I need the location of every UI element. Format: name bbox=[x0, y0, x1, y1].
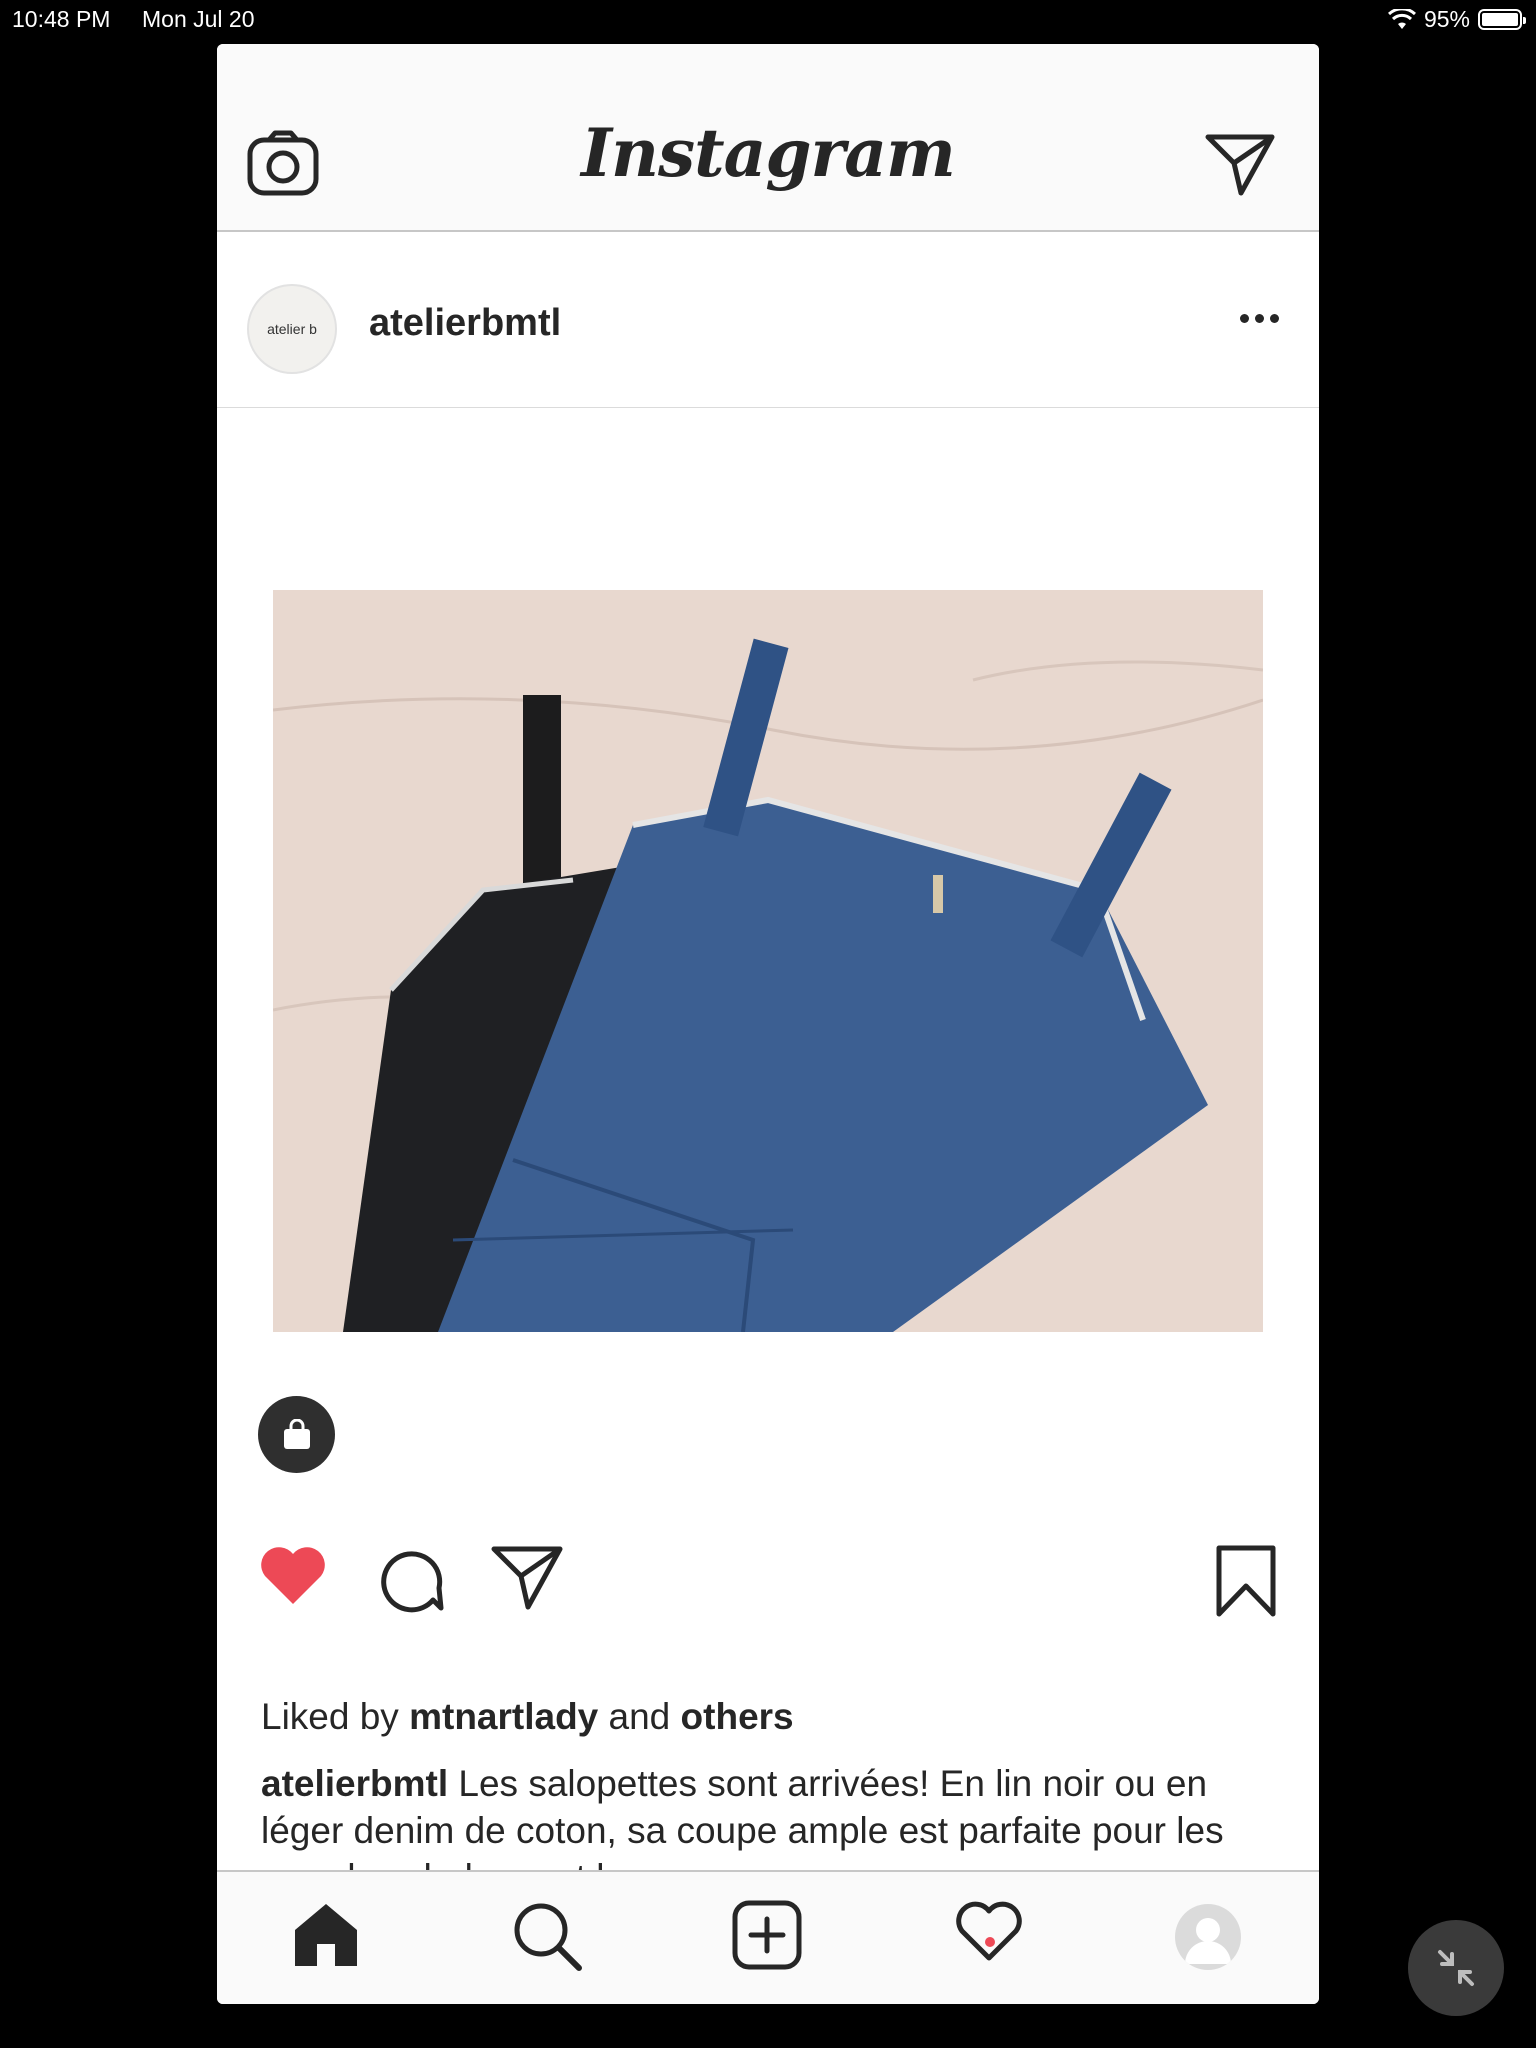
like-heart-icon[interactable] bbox=[257, 1544, 329, 1608]
avatar[interactable]: atelier b bbox=[247, 284, 337, 374]
avatar-label: atelier b bbox=[267, 321, 317, 337]
new-post-icon[interactable] bbox=[732, 1900, 802, 1970]
collapse-icon[interactable] bbox=[1408, 1920, 1504, 2016]
more-options-icon[interactable] bbox=[1240, 314, 1279, 323]
shopping-bag-icon[interactable] bbox=[258, 1396, 335, 1473]
likes-joiner: and bbox=[608, 1696, 671, 1737]
post-photo[interactable] bbox=[273, 590, 1263, 1332]
likes-line: Liked by mtnartlady and others bbox=[261, 1696, 794, 1738]
likes-prefix: Liked by bbox=[261, 1696, 399, 1737]
liked-by-user[interactable]: mtnartlady bbox=[409, 1696, 598, 1737]
post-username[interactable]: atelierbmtl bbox=[369, 302, 561, 345]
status-right: 95% bbox=[1387, 6, 1526, 33]
paper-plane-icon[interactable] bbox=[1205, 132, 1275, 196]
wifi-icon bbox=[1387, 8, 1416, 29]
bottom-tab-bar bbox=[217, 1870, 1319, 2004]
comment-icon[interactable] bbox=[375, 1544, 445, 1614]
status-date: Mon Jul 20 bbox=[142, 6, 255, 32]
status-time: 10:48 PM bbox=[12, 6, 111, 32]
instagram-logo: Instagram bbox=[581, 114, 956, 192]
home-icon[interactable] bbox=[291, 1900, 361, 1970]
bookmark-icon[interactable] bbox=[1215, 1544, 1277, 1618]
instagram-app: Instagram atelier b atelierbmtl Liked by… bbox=[217, 44, 1319, 2004]
top-nav-bar: Instagram bbox=[217, 44, 1319, 232]
search-icon[interactable] bbox=[511, 1900, 583, 1972]
activity-heart-icon[interactable] bbox=[953, 1900, 1025, 1964]
status-bar: 10:48 PM Mon Jul 20 95% bbox=[0, 0, 1536, 40]
profile-avatar[interactable] bbox=[1175, 1904, 1241, 1970]
share-icon[interactable] bbox=[491, 1544, 563, 1610]
notification-dot bbox=[985, 1937, 995, 1947]
caption-username[interactable]: atelierbmtl bbox=[261, 1763, 448, 1804]
battery-icon bbox=[1478, 9, 1526, 30]
battery-percent: 95% bbox=[1423, 6, 1470, 32]
likes-others[interactable]: others bbox=[681, 1696, 794, 1737]
post-header: atelier b atelierbmtl bbox=[217, 232, 1319, 408]
